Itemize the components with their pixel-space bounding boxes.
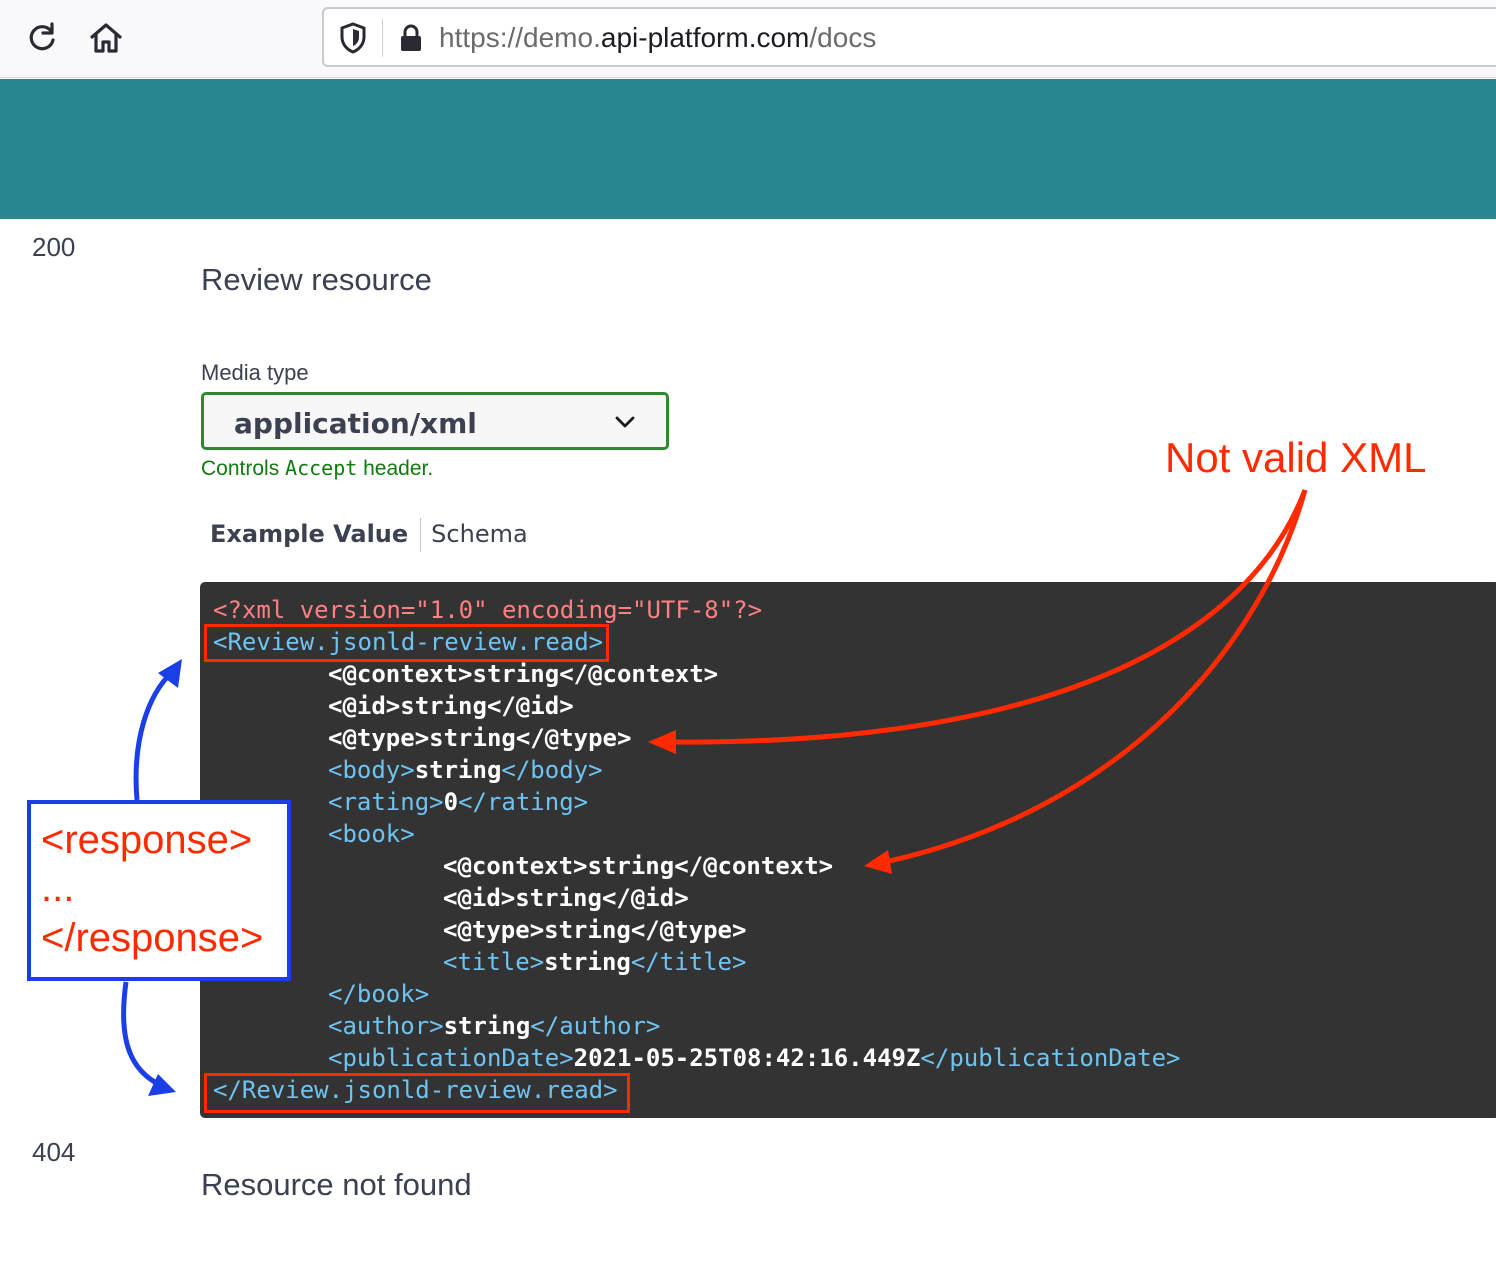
- annotation-response-dots: ...: [41, 866, 75, 910]
- code-token: <publicationDate>: [328, 1044, 574, 1072]
- media-type-label: Media type: [201, 360, 309, 385]
- code-line: <book>: [328, 818, 415, 850]
- code-line: <@id>string</@id>: [328, 690, 574, 722]
- annotation-not-valid-xml: Not valid XML: [1165, 434, 1427, 481]
- code-token: <book>: [328, 820, 415, 848]
- code-token: string: [544, 948, 631, 976]
- browser-toolbar: https://demo.api-platform.com/docs: [0, 0, 1496, 78]
- code-token: <@id>string</@id>: [443, 884, 689, 912]
- tab-divider: [420, 518, 422, 552]
- code-token: <author>: [328, 1012, 444, 1040]
- media-type-select[interactable]: application/xml: [201, 392, 669, 450]
- response-code-200: 200: [32, 232, 76, 262]
- code-token: </body>: [501, 756, 603, 784]
- code-token: </title>: [630, 948, 747, 976]
- code-line: <@type>string</@type>: [443, 914, 746, 946]
- code-token: <@type>string</@type>: [443, 916, 747, 944]
- annotation-response-open: <response>: [41, 818, 253, 862]
- code-token: string: [443, 1012, 531, 1040]
- code-token: <@context>string</@context>: [328, 660, 719, 688]
- code-token: <body>: [328, 756, 415, 784]
- code-token: string: [414, 756, 502, 784]
- code-line: <@id>string</@id>: [443, 882, 689, 914]
- code-token: <title>: [443, 948, 545, 976]
- home-icon[interactable]: [84, 16, 128, 60]
- url-bar[interactable]: https://demo.api-platform.com/docs: [322, 7, 1496, 67]
- url-text[interactable]: https://demo.api-platform.com/docs: [439, 22, 876, 54]
- shield-icon[interactable]: [338, 21, 368, 60]
- code-token: </book>: [328, 980, 430, 1008]
- example-tabs: Example Value Schema: [210, 518, 528, 552]
- annotation-response-close: </response>: [41, 916, 264, 960]
- code-token: </author>: [530, 1012, 661, 1040]
- arrow-up-blue: [133, 670, 174, 801]
- code-token: 0: [443, 788, 459, 816]
- code-token: <@type>string</@type>: [328, 724, 632, 752]
- chevron-down-icon: [614, 411, 636, 438]
- code-token: <@context>string</@context>: [443, 852, 834, 880]
- code-line: <@type>string</@type>: [328, 722, 631, 754]
- response-description: Review resource: [201, 262, 432, 297]
- code-line: <rating>0</rating>: [328, 786, 588, 818]
- code-line: <body>string</body>: [328, 754, 603, 786]
- controls-accept-hint: Controls Accept header.: [201, 456, 434, 480]
- code-line: <?xml version="1.0" encoding="UTF-8"?>: [213, 594, 762, 626]
- response-description: Resource not found: [201, 1167, 472, 1202]
- code-line: </book>: [328, 978, 429, 1010]
- url-separator: [382, 19, 383, 57]
- reload-icon[interactable]: [20, 16, 64, 60]
- media-type-value: application/xml: [234, 407, 477, 440]
- code-line: <publicationDate>2021-05-25T08:42:16.449…: [328, 1042, 1181, 1074]
- tab-example-value[interactable]: Example Value: [210, 520, 408, 548]
- code-token: <rating>: [328, 788, 444, 816]
- response-code-404: 404: [32, 1137, 76, 1167]
- code-token: <@id>string</@id>: [328, 692, 574, 720]
- arrow-down-blue: [121, 981, 162, 1088]
- code-line: <title>string</title>: [443, 946, 746, 978]
- header-banner: [0, 79, 1496, 219]
- lock-icon[interactable]: [398, 23, 424, 58]
- highlight-open-root-tag: [204, 624, 609, 662]
- arrowhead-down-blue: [148, 1074, 176, 1096]
- code-token: <?xml version="1.0" encoding="UTF-8"?>: [213, 596, 763, 624]
- tab-schema[interactable]: Schema: [431, 520, 528, 548]
- code-line: <@context>string</@context>: [328, 658, 718, 690]
- code-line: <@context>string</@context>: [443, 850, 833, 882]
- code-line: <author>string</author>: [328, 1010, 660, 1042]
- arrowhead-up-blue: [158, 659, 182, 688]
- code-token: </rating>: [458, 788, 589, 816]
- code-token: </publicationDate>: [920, 1044, 1181, 1072]
- response-wrapper-annotation: <response> ... </response>: [27, 800, 291, 981]
- code-token: 2021-05-25T08:42:16.449Z: [573, 1044, 921, 1072]
- highlight-close-root-tag: [204, 1073, 630, 1113]
